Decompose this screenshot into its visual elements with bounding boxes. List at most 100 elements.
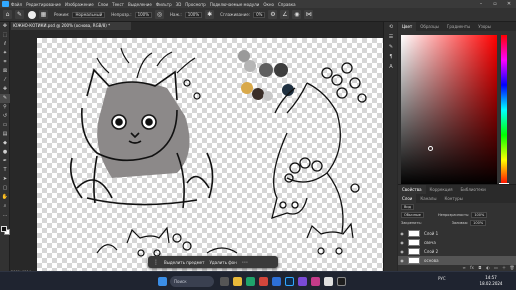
angle-icon[interactable]: ∠: [280, 10, 290, 19]
tab-patterns[interactable]: Узоры: [474, 22, 495, 31]
airbrush-icon[interactable]: ✱: [205, 10, 215, 19]
quick-select-tool-icon[interactable]: ✦: [0, 49, 10, 58]
photoshop-taskbar-icon[interactable]: [285, 277, 294, 286]
blur-tool-icon[interactable]: ◆: [0, 139, 10, 148]
taskbar-search[interactable]: Поиск: [170, 276, 214, 287]
remove-background-button[interactable]: Удалить фон: [209, 260, 236, 265]
tab-libraries[interactable]: Библиотеки: [457, 185, 490, 194]
fill-field[interactable]: 100%: [470, 220, 487, 226]
tab-paths[interactable]: Контуры: [440, 194, 466, 203]
move-tool-icon[interactable]: ✥: [0, 22, 10, 31]
yandex-icon[interactable]: [259, 277, 268, 286]
symmetry-icon[interactable]: ⋈: [304, 10, 314, 19]
brush-preset-picker[interactable]: [28, 10, 36, 19]
history-brush-tool-icon[interactable]: ↺: [0, 112, 10, 121]
menu-image[interactable]: Изображение: [65, 2, 94, 7]
tab-channels[interactable]: Каналы: [416, 194, 440, 203]
menu-text[interactable]: Текст: [112, 2, 124, 7]
layer-row[interactable]: ◉ Слой 2: [398, 247, 516, 256]
task-view-icon[interactable]: [220, 277, 229, 286]
eyedropper-tool-icon[interactable]: ⁄: [0, 76, 10, 85]
tab-layers[interactable]: Слои: [398, 194, 417, 203]
flow-field[interactable]: 100%: [184, 11, 203, 18]
clone-stamp-tool-icon[interactable]: ⚲: [0, 103, 10, 112]
brush-settings-icon[interactable]: ▦: [39, 10, 48, 19]
app-icon[interactable]: [324, 277, 333, 286]
history-panel-icon[interactable]: ⟲: [384, 22, 398, 32]
brush-panel-icon[interactable]: ✎: [384, 42, 398, 52]
path-select-tool-icon[interactable]: ➤: [0, 175, 10, 184]
menu-filter[interactable]: Фильтр: [156, 2, 172, 7]
windows-start-icon[interactable]: [158, 277, 167, 286]
type-tool-icon[interactable]: T: [0, 166, 10, 175]
marquee-tool-icon[interactable]: ⬚: [0, 31, 10, 40]
smoothing-settings-icon[interactable]: ⚙: [268, 10, 278, 19]
photoshop-logo-icon[interactable]: [2, 1, 9, 7]
menu-select[interactable]: Выделение: [128, 2, 152, 7]
app-icon[interactable]: [337, 277, 346, 286]
brush-tool-icon[interactable]: ✎: [0, 94, 10, 103]
visibility-eye-icon[interactable]: ◉: [398, 240, 406, 245]
telegram-icon[interactable]: [272, 277, 281, 286]
zoom-tool-icon[interactable]: ⌕: [0, 202, 10, 211]
menu-edit[interactable]: Редактирование: [26, 2, 61, 7]
browser-icon[interactable]: [246, 277, 255, 286]
layer-row-selected[interactable]: ◉ основа: [398, 256, 516, 265]
select-subject-button[interactable]: Выделить предмет: [164, 260, 204, 265]
layer-kind-filter[interactable]: Вид: [401, 204, 415, 210]
document-tab[interactable]: ЮЖНО-КОТИКИ.psd @ 200% (основа, RGB/8) *: [11, 22, 131, 30]
visibility-eye-icon[interactable]: ◉: [398, 249, 406, 254]
app-icon[interactable]: [298, 277, 307, 286]
tab-adjustments[interactable]: Коррекция: [426, 185, 457, 194]
tab-color[interactable]: Цвет: [398, 22, 417, 31]
home-icon[interactable]: ⌂: [3, 10, 12, 19]
visibility-eye-icon[interactable]: ◉: [398, 231, 406, 236]
frame-tool-icon[interactable]: ⊠: [0, 67, 10, 76]
close-icon[interactable]: ✕: [502, 1, 516, 7]
taskbar-clock[interactable]: 14:57 18.02.2024: [476, 275, 506, 287]
language-indicator[interactable]: РУС: [438, 276, 446, 281]
blend-mode-select[interactable]: Обычные: [401, 212, 424, 218]
visibility-eye-icon[interactable]: ◉: [398, 258, 406, 263]
menu-file[interactable]: Файл: [11, 2, 22, 7]
menu-plugins[interactable]: Подключаемые модули: [210, 2, 260, 7]
menu-help[interactable]: Справка: [278, 2, 296, 7]
file-explorer-icon[interactable]: [233, 277, 242, 286]
menu-window[interactable]: Окно: [263, 2, 274, 7]
app-icon[interactable]: [311, 277, 320, 286]
more-options-icon[interactable]: ⋯: [242, 259, 248, 266]
character-panel-icon[interactable]: A: [384, 62, 398, 72]
lasso-tool-icon[interactable]: ℓ: [0, 40, 10, 49]
canvas[interactable]: [37, 38, 383, 271]
hand-tool-icon[interactable]: ✋: [0, 193, 10, 202]
layer-row[interactable]: ◉ свеча: [398, 238, 516, 247]
layer-opacity-field[interactable]: 100%: [471, 212, 488, 218]
mode-select[interactable]: Нормальный: [72, 11, 106, 18]
tab-swatches[interactable]: Образцы: [416, 22, 443, 31]
color-picker-ring[interactable]: [428, 146, 433, 151]
tab-gradients[interactable]: Градиенты: [443, 22, 474, 31]
eraser-tool-icon[interactable]: ▭: [0, 121, 10, 130]
healing-brush-tool-icon[interactable]: ✚: [0, 85, 10, 94]
smoothing-field[interactable]: 0%: [253, 11, 266, 18]
more-tools-icon[interactable]: …: [0, 211, 10, 220]
tab-properties[interactable]: Свойства: [398, 185, 426, 194]
color-field[interactable]: [401, 35, 497, 185]
properties-panel-icon[interactable]: ☰: [384, 32, 398, 42]
pen-tool-icon[interactable]: ✒: [0, 157, 10, 166]
pressure-opacity-icon[interactable]: ◎: [155, 10, 164, 19]
drag-handle-icon[interactable]: ⋮: [153, 259, 159, 266]
gradient-tool-icon[interactable]: ▤: [0, 130, 10, 139]
crop-tool-icon[interactable]: ⌗: [0, 58, 10, 67]
dodge-tool-icon[interactable]: ●: [0, 148, 10, 157]
pressure-size-icon[interactable]: ◉: [292, 10, 302, 19]
paragraph-panel-icon[interactable]: ¶: [384, 52, 398, 62]
menu-view[interactable]: Просмотр: [185, 2, 206, 7]
foreground-color-swatch[interactable]: [1, 226, 7, 232]
menu-layers[interactable]: Слои: [98, 2, 108, 7]
hue-slider[interactable]: [501, 35, 507, 185]
maximize-icon[interactable]: ▫: [488, 1, 502, 7]
menu-3d[interactable]: 3D: [176, 2, 182, 7]
rectangle-tool-icon[interactable]: ▢: [0, 184, 10, 193]
opacity-field[interactable]: 100%: [134, 11, 152, 18]
